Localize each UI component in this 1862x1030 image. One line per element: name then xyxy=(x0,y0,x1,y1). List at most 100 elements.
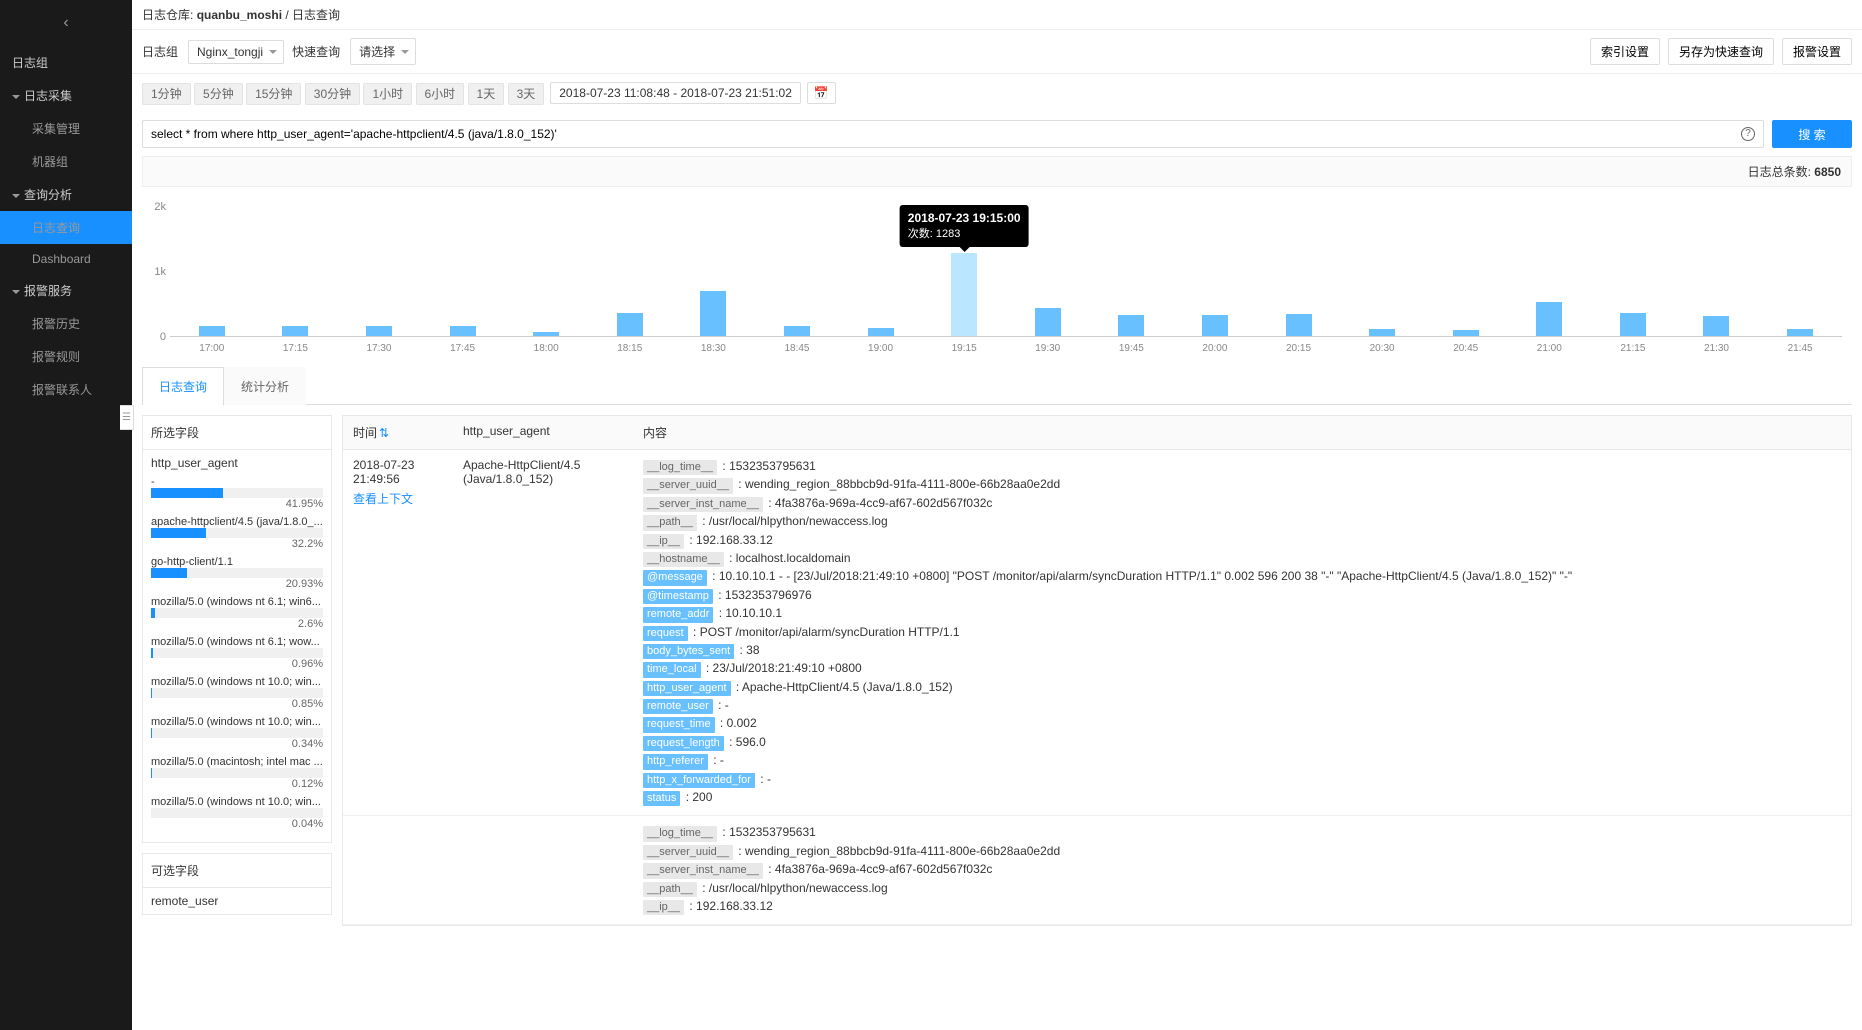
time-preset-button[interactable]: 15分钟 xyxy=(246,83,301,105)
calendar-icon[interactable]: 📅 xyxy=(807,82,836,104)
sidebar-item[interactable]: 日志采集 xyxy=(0,79,132,112)
search-input[interactable] xyxy=(151,127,1733,141)
bar xyxy=(366,326,392,336)
bar-wrap[interactable]: 20:15 xyxy=(1257,207,1341,336)
field-stat[interactable]: mozilla/5.0 (windows nt 6.1; wow...0.96% xyxy=(151,636,323,670)
bar-wrap[interactable]: 17:15 xyxy=(254,207,338,336)
bar-wrap[interactable]: 18:15 xyxy=(588,207,672,336)
bar-wrap[interactable]: 18:00 xyxy=(504,207,588,336)
field-stat[interactable]: -41.95% xyxy=(151,476,323,510)
bar-wrap[interactable]: 17:45 xyxy=(421,207,505,336)
bar xyxy=(1620,313,1646,336)
optional-fields-list: remote_user xyxy=(143,888,331,914)
field-stat[interactable]: mozilla/5.0 (windows nt 10.0; win...0.34… xyxy=(151,716,323,750)
time-preset-button[interactable]: 1小时 xyxy=(363,83,412,105)
results: 所选字段 http_user_agent -41.95% apache-httpc… xyxy=(142,415,1852,926)
x-tick: 21:15 xyxy=(1620,343,1645,354)
sidebar-item[interactable]: 查询分析 xyxy=(0,178,132,211)
bar xyxy=(1536,302,1562,336)
bar-wrap[interactable]: 18:30 xyxy=(672,207,756,336)
field-stat[interactable]: mozilla/5.0 (windows nt 10.0; win...0.85… xyxy=(151,676,323,710)
timebar: 1分钟 5分钟 15分钟 30分钟 1小时 6小时 1天 3天 2018-07-… xyxy=(132,74,1862,112)
content-line: time_local : 23/Jul/2018:21:49:10 +0800 xyxy=(643,660,1841,677)
field-stat[interactable]: mozilla/5.0 (macintosh; intel mac ...0.1… xyxy=(151,756,323,790)
field-stat[interactable]: go-http-client/1.120.93% xyxy=(151,556,323,590)
back-button[interactable]: ‹ xyxy=(0,0,132,46)
tab-log-query[interactable]: 日志查询 xyxy=(142,367,224,405)
field-stat[interactable]: mozilla/5.0 (windows nt 10.0; win...0.04… xyxy=(151,796,323,830)
bar-wrap[interactable]: 21:15 xyxy=(1591,207,1675,336)
main: 日志仓库: quanbu_moshi / 日志查询 日志组 Nginx_tong… xyxy=(132,0,1862,1030)
stat-label: mozilla/5.0 (windows nt 10.0; win... xyxy=(151,716,323,728)
stat-pct: 2.6% xyxy=(298,618,323,630)
stat-bar xyxy=(151,768,323,778)
stat-label: mozilla/5.0 (windows nt 6.1; win6... xyxy=(151,596,323,608)
sidebar-toggle-icon[interactable]: ☰ xyxy=(120,405,134,430)
quick-select[interactable]: 请选择 xyxy=(350,38,416,65)
date-range-input[interactable]: 2018-07-23 11:08:48 - 2018-07-23 21:51:0… xyxy=(550,82,801,104)
bar-wrap[interactable]: 21:00 xyxy=(1508,207,1592,336)
alarm-settings-button[interactable]: 报警设置 xyxy=(1782,38,1852,65)
total-label: 日志总条数: xyxy=(1748,165,1811,179)
view-context-link[interactable]: 查看上下文 xyxy=(353,490,443,507)
content-line: __server_inst_name__ : 4fa3876a-969a-4cc… xyxy=(643,861,1841,878)
sidebar-item[interactable]: 日志查询 xyxy=(0,211,132,244)
selected-fields-header: 所选字段 xyxy=(143,416,331,450)
stat-bar xyxy=(151,488,323,498)
stat-label: go-http-client/1.1 xyxy=(151,556,323,568)
content-line: http_referer : - xyxy=(643,752,1841,769)
search-button[interactable]: 搜 索 xyxy=(1772,120,1852,148)
th-ua: http_user_agent xyxy=(453,416,633,449)
optional-field[interactable]: remote_user xyxy=(151,894,323,908)
stat-pct: 0.96% xyxy=(292,658,323,670)
th-time[interactable]: 时间⇅ xyxy=(343,416,453,449)
bar-wrap[interactable]: 21:45 xyxy=(1758,207,1842,336)
bar-wrap[interactable]: 20:30 xyxy=(1340,207,1424,336)
field-tag: http_referer xyxy=(643,754,708,769)
time-preset-button[interactable]: 30分钟 xyxy=(305,83,360,105)
help-icon[interactable]: ? xyxy=(1741,127,1755,141)
x-tick: 19:15 xyxy=(952,343,977,354)
sidebar-item[interactable]: 采集管理 xyxy=(0,112,132,145)
bar-wrap[interactable]: 20:45 xyxy=(1424,207,1508,336)
time-preset-button[interactable]: 1分钟 xyxy=(142,83,191,105)
field-stat[interactable]: mozilla/5.0 (windows nt 6.1; win6... 2.6% xyxy=(151,596,323,630)
stat-label: apache-httpclient/4.5 (java/1.8.0_... xyxy=(151,516,323,528)
time-preset-button[interactable]: 3天 xyxy=(508,83,545,105)
x-tick: 18:00 xyxy=(534,343,559,354)
bar-wrap[interactable]: 21:30 xyxy=(1675,207,1759,336)
content-line: @message : 10.10.10.1 - - [23/Jul/2018:2… xyxy=(643,568,1841,585)
sidebar-item[interactable]: 机器组 xyxy=(0,145,132,178)
sidebar-item[interactable]: 报警联系人 xyxy=(0,373,132,406)
content-line: request_time : 0.002 xyxy=(643,715,1841,732)
bar xyxy=(1202,315,1228,336)
sidebar-item[interactable]: 报警历史 xyxy=(0,307,132,340)
sidebar-item[interactable]: 报警服务 xyxy=(0,274,132,307)
bar-wrap[interactable]: 17:00 xyxy=(170,207,254,336)
table-row: __log_time__ : 1532353795631__server_uui… xyxy=(343,816,1851,925)
bar xyxy=(951,253,977,336)
save-as-quick-button[interactable]: 另存为快速查询 xyxy=(1668,38,1774,65)
cell-content: __log_time__ : 1532353795631__server_uui… xyxy=(633,450,1851,815)
group-select[interactable]: Nginx_tongji xyxy=(188,40,284,64)
sidebar-item[interactable]: Dashboard xyxy=(0,244,132,274)
field-stat[interactable]: apache-httpclient/4.5 (java/1.8.0_...32.… xyxy=(151,516,323,550)
index-settings-button[interactable]: 索引设置 xyxy=(1590,38,1660,65)
bar-wrap[interactable]: 18:45 xyxy=(755,207,839,336)
bar-wrap[interactable]: 20:00 xyxy=(1173,207,1257,336)
bar-wrap[interactable]: 17:30 xyxy=(337,207,421,336)
sidebar-item[interactable]: 报警规则 xyxy=(0,340,132,373)
y-tick: 0 xyxy=(142,331,166,343)
time-preset-button[interactable]: 5分钟 xyxy=(194,83,243,105)
sidebar-item[interactable]: 日志组 xyxy=(0,46,132,79)
x-tick: 21:00 xyxy=(1537,343,1562,354)
tab-stat-analysis[interactable]: 统计分析 xyxy=(224,367,306,405)
time-preset-button[interactable]: 6小时 xyxy=(416,83,465,105)
stat-bar xyxy=(151,808,323,818)
x-tick: 20:45 xyxy=(1453,343,1478,354)
content-line: @timestamp : 1532353796976 xyxy=(643,587,1841,604)
field-tag: __path__ xyxy=(643,882,697,897)
bar-wrap[interactable]: 19:45 xyxy=(1090,207,1174,336)
time-preset-button[interactable]: 1天 xyxy=(468,83,505,105)
stat-bar xyxy=(151,528,323,538)
